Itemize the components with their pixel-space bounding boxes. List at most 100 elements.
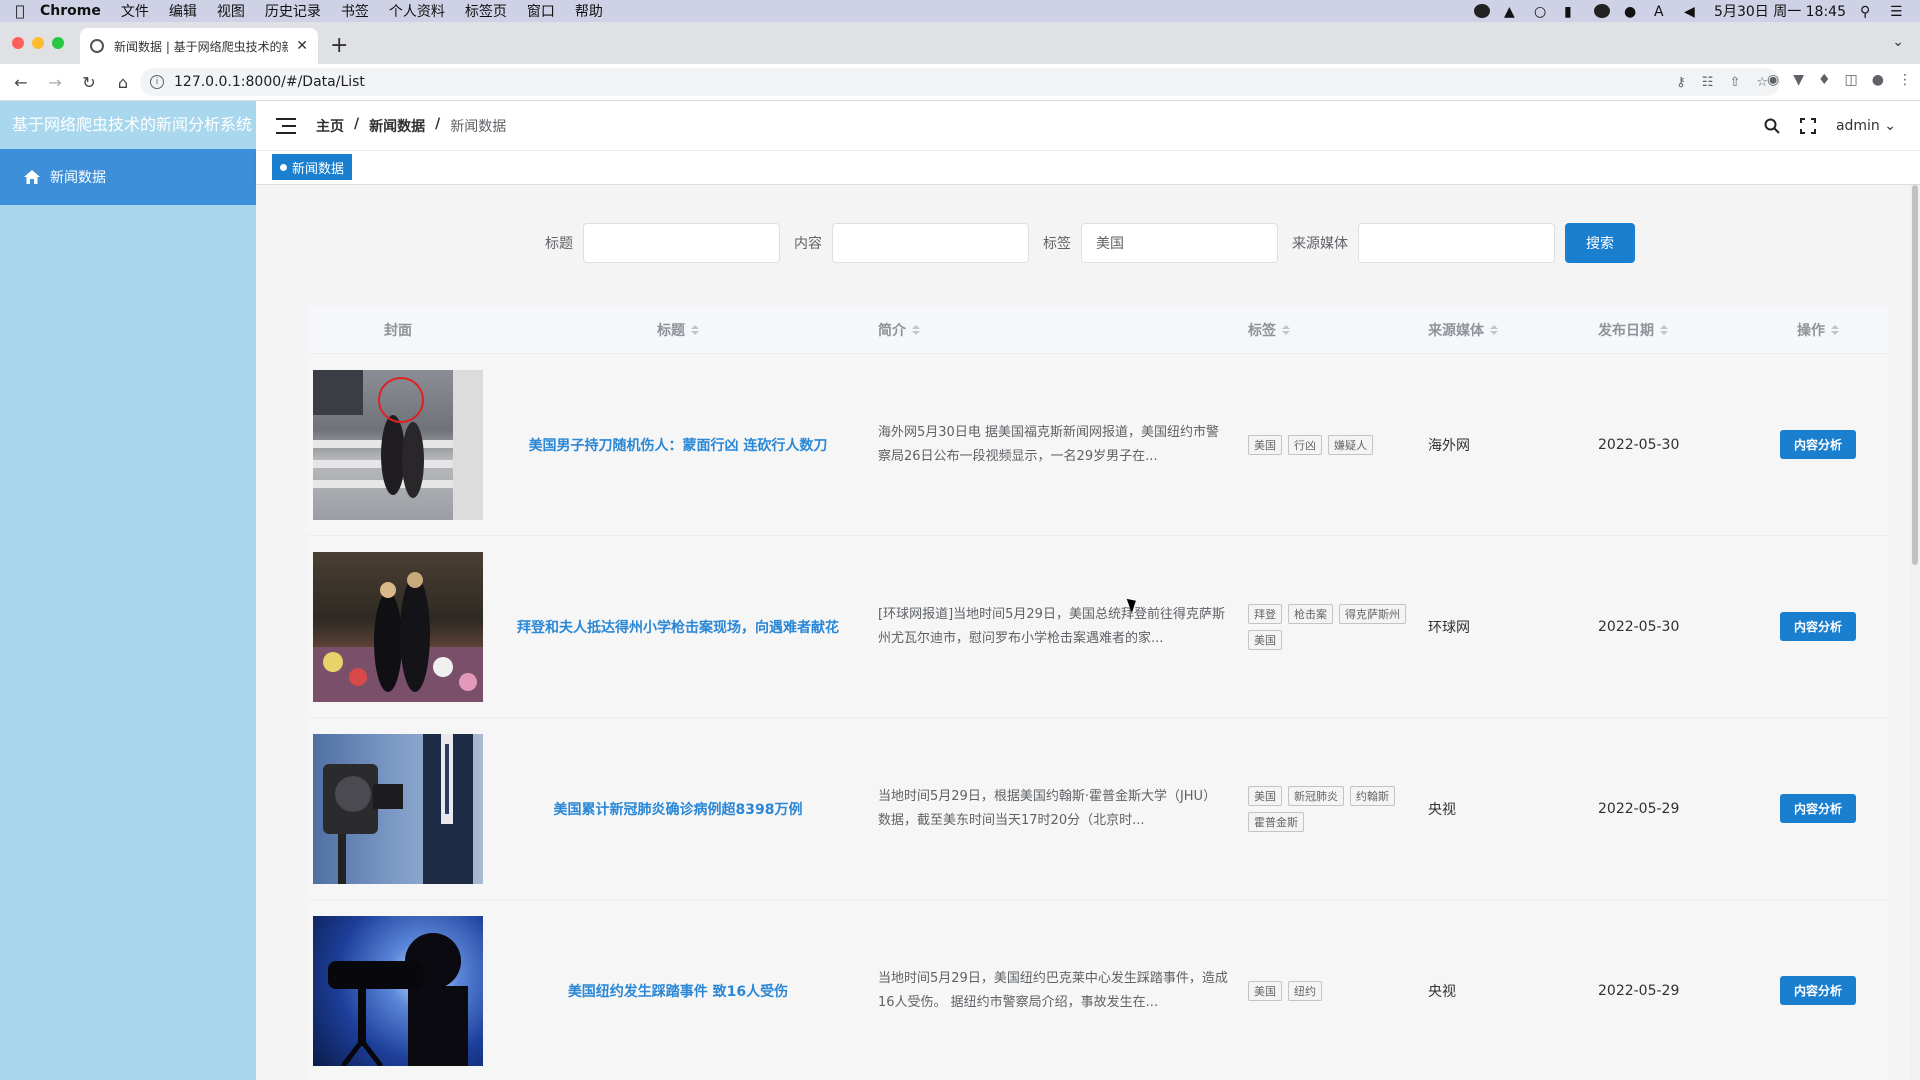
menu-app-name[interactable]: Chrome <box>40 3 101 19</box>
menu-file[interactable]: 文件 <box>121 1 149 21</box>
tag-chip: 拜登 <box>1248 603 1282 624</box>
table-row: 拜登和夫人抵达得州小学枪击案现场，向遇难者献花 [环球网报道]当地时间5月29日… <box>308 536 1888 718</box>
share-icon[interactable]: ⇧ <box>1729 75 1740 90</box>
reload-icon[interactable]: ↻ <box>76 73 102 92</box>
column-header-date[interactable]: 发布日期 <box>1568 320 1748 340</box>
breadcrumb-home[interactable]: 主页 <box>316 116 344 136</box>
apple-icon[interactable]:  <box>0 2 40 20</box>
content-scrollbar[interactable] <box>1910 185 1920 1080</box>
breadcrumb-current: 新闻数据 <box>450 118 507 135</box>
zoom-window-button[interactable] <box>52 37 64 49</box>
new-tab-button[interactable]: + <box>330 33 348 58</box>
column-header-tags[interactable]: 标签 <box>1238 320 1418 340</box>
back-icon[interactable]: ← <box>8 73 34 92</box>
sort-icon[interactable] <box>691 324 699 335</box>
menu-window[interactable]: 窗口 <box>527 1 555 21</box>
forward-icon[interactable]: → <box>42 73 68 92</box>
column-header-actions[interactable]: 操作 <box>1748 320 1888 340</box>
extension-icon[interactable]: ◉ <box>1767 72 1779 88</box>
sort-icon[interactable] <box>912 324 920 335</box>
scrollbar-thumb[interactable] <box>1912 185 1918 565</box>
translate-icon[interactable]: ☷ <box>1702 75 1714 90</box>
close-tab-icon[interactable]: ✕ <box>296 38 308 54</box>
key-icon[interactable]: ⚷ <box>1676 75 1686 90</box>
table-header: 封面 标题 简介 标签 来源媒体 发布日期 操作 <box>308 306 1888 354</box>
sort-icon[interactable] <box>1490 324 1498 335</box>
puzzle-icon[interactable]: ♦ <box>1818 72 1831 88</box>
site-info-icon[interactable]: i <box>150 75 164 89</box>
browser-tab[interactable]: 新闻数据 | 基于网络爬虫技术的新 ✕ <box>80 28 318 64</box>
sort-icon[interactable] <box>1660 324 1668 335</box>
menu-bookmarks[interactable]: 书签 <box>341 1 369 21</box>
menu-tabs[interactable]: 标签页 <box>465 1 507 21</box>
chat-icon[interactable]: ○ <box>1534 4 1550 20</box>
record-icon[interactable] <box>1474 4 1491 18</box>
news-source: 海外网 <box>1428 437 1470 454</box>
title-filter-input[interactable] <box>583 223 780 263</box>
sidebar-item-news-data[interactable]: 新闻数据 <box>0 149 256 205</box>
app-logo-title: 基于网络爬虫技术的新闻分析系统 <box>12 115 253 134</box>
tag-chip: 美国 <box>1248 629 1282 650</box>
table-row: 美国纽约发生踩踏事件 致16人受伤 当地时间5月29日，美国纽约巴克莱中心发生踩… <box>308 900 1888 1080</box>
content-analysis-button[interactable]: 内容分析 <box>1779 612 1856 641</box>
news-title-link[interactable]: 美国累计新冠肺炎确诊病例超8398万例 <box>554 802 803 818</box>
url-text[interactable]: 127.0.0.1:8000/#/Data/List <box>174 74 365 90</box>
sidepanel-icon[interactable]: ◫ <box>1845 72 1858 88</box>
minimize-window-button[interactable] <box>32 37 44 49</box>
vpn-icon[interactable] <box>1594 4 1611 18</box>
menu-history[interactable]: 历史记录 <box>265 1 321 21</box>
extension-icon[interactable]: ▼ <box>1793 72 1804 88</box>
news-tags: 美国 新冠肺炎 约翰斯 霍普金斯 <box>1248 785 1418 832</box>
input-method-icon[interactable]: A <box>1654 4 1670 20</box>
tag-filter-label: 标签 <box>1043 236 1071 252</box>
news-intro: 当地时间5月29日，根据美国约翰斯·霍普金斯大学（JHU）数据，截至美东时间当天… <box>878 788 1217 828</box>
search-icon[interactable] <box>1764 118 1780 134</box>
app-status-icon[interactable]: ▲ <box>1504 4 1520 20</box>
wechat-icon[interactable]: ● <box>1624 4 1640 20</box>
content-filter-input[interactable] <box>832 223 1029 263</box>
column-header-cover: 封面 <box>384 322 412 339</box>
user-menu[interactable]: admin ⌄ <box>1836 118 1896 134</box>
menu-profile[interactable]: 个人资料 <box>389 1 445 21</box>
menu-help[interactable]: 帮助 <box>575 1 603 21</box>
address-bar[interactable]: i 127.0.0.1:8000/#/Data/List ⚷ ☷ ⇧ ☆ <box>140 68 1780 96</box>
tag-chip: 美国 <box>1248 434 1282 455</box>
tag-filter-input[interactable]: 美国 <box>1081 223 1278 263</box>
tags-view-item-active[interactable]: 新闻数据 <box>272 154 353 180</box>
news-cover-image <box>313 551 483 702</box>
tag-chip: 枪击案 <box>1288 603 1333 624</box>
content-analysis-button[interactable]: 内容分析 <box>1779 430 1856 459</box>
spotlight-icon[interactable]: ⚲ <box>1860 4 1876 20</box>
news-title-link[interactable]: 美国纽约发生踩踏事件 致16人受伤 <box>568 984 788 1000</box>
content-analysis-button[interactable]: 内容分析 <box>1779 976 1856 1005</box>
sort-icon[interactable] <box>1831 324 1839 335</box>
content-analysis-button[interactable]: 内容分析 <box>1779 794 1856 823</box>
tag-chip: 行凶 <box>1288 434 1322 455</box>
profile-icon[interactable]: ● <box>1872 72 1884 88</box>
menu-view[interactable]: 视图 <box>217 1 245 21</box>
news-tags: 美国 行凶 嫌疑人 <box>1248 434 1418 455</box>
column-header-intro[interactable]: 简介 <box>868 320 1238 340</box>
column-header-source[interactable]: 来源媒体 <box>1418 320 1568 340</box>
home-icon[interactable]: ⌂ <box>110 73 136 92</box>
menu-edit[interactable]: 编辑 <box>169 1 197 21</box>
sort-icon[interactable] <box>1282 324 1290 335</box>
fullscreen-icon[interactable] <box>1799 117 1816 134</box>
news-title-link[interactable]: 美国男子持刀随机伤人：蒙面行凶 连砍行人数刀 <box>529 438 828 454</box>
column-header-title[interactable]: 标题 <box>488 320 868 340</box>
clock[interactable]: 5月30日 周一 18:45 <box>1714 1 1846 21</box>
kebab-menu-icon[interactable]: ⋮ <box>1898 72 1912 88</box>
hamburger-icon[interactable] <box>276 117 296 134</box>
tab-title: 新闻数据 | 基于网络爬虫技术的新 <box>114 39 289 54</box>
control-center-icon[interactable]: ☰ <box>1890 4 1906 20</box>
news-title-link[interactable]: 拜登和夫人抵达得州小学枪击案现场，向遇难者献花 <box>517 620 839 636</box>
signal-icon[interactable]: ▮ <box>1564 4 1580 20</box>
tab-search-chevron-icon[interactable]: ⌄ <box>1892 34 1904 50</box>
breadcrumb-section[interactable]: 新闻数据 <box>369 116 425 136</box>
volume-icon[interactable]: ◀ <box>1684 4 1700 20</box>
source-filter-input[interactable] <box>1358 223 1555 263</box>
breadcrumb-separator: / <box>435 115 441 132</box>
search-button[interactable]: 搜索 <box>1565 223 1635 263</box>
close-window-button[interactable] <box>12 37 24 49</box>
extensions-area: ◉ ▼ ♦ ◫ ● ⋮ <box>1767 72 1912 88</box>
